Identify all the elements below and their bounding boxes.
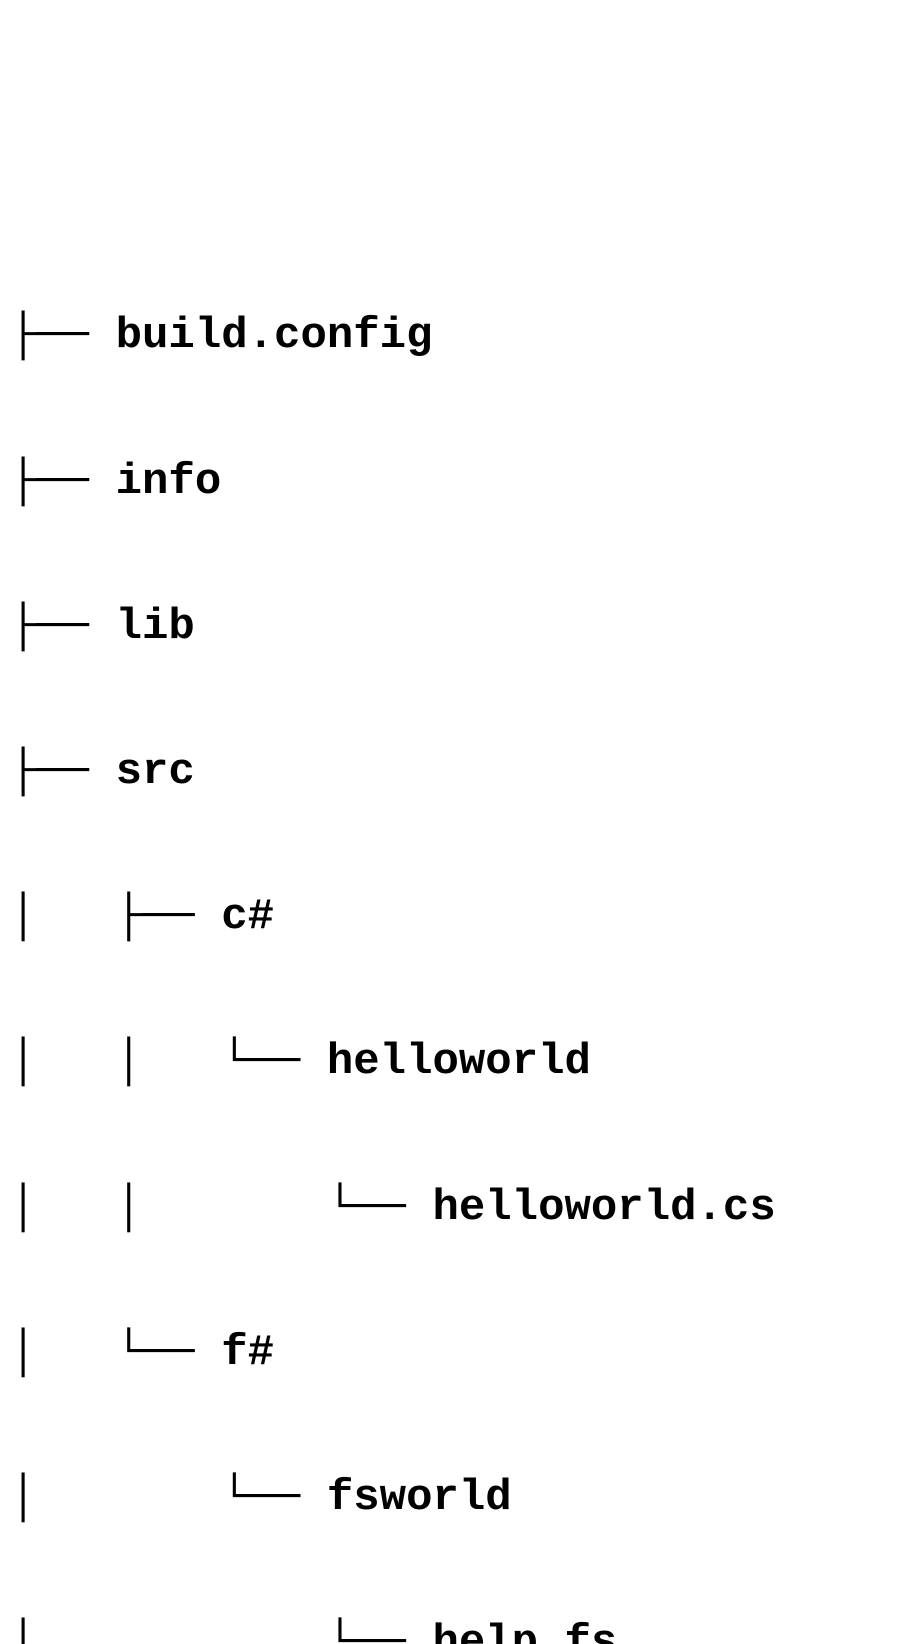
tree-node: │ └── help.fs: [10, 1607, 906, 1644]
tree-prefix: ├──: [10, 747, 116, 797]
tree-node: ├── src: [10, 736, 906, 809]
tree-prefix: │ └──: [10, 1618, 432, 1644]
tree-label: info: [116, 457, 222, 507]
tree-label: c#: [221, 892, 274, 942]
tree-node: │ │ └── helloworld: [10, 1026, 906, 1099]
tree-prefix: │ └──: [10, 1328, 221, 1378]
tree-node: │ └── f#: [10, 1317, 906, 1390]
tree-node: ├── build.config: [10, 300, 906, 373]
tree-node: │ ├── c#: [10, 881, 906, 954]
tree-prefix: ├──: [10, 602, 116, 652]
tree-label: src: [116, 747, 195, 797]
tree-prefix: │ ├──: [10, 892, 221, 942]
tree-prefix: │ │ └──: [10, 1037, 327, 1087]
tree-label: build.config: [116, 311, 433, 361]
tree-node: │ └── fsworld: [10, 1462, 906, 1535]
tree-label: helloworld.cs: [432, 1183, 775, 1233]
tree-label: helloworld: [327, 1037, 591, 1087]
tree-prefix: │ └──: [10, 1473, 327, 1523]
tree-label: lib: [116, 602, 195, 652]
tree-prefix: ├──: [10, 311, 116, 361]
tree-label: fsworld: [327, 1473, 512, 1523]
tree-node: ├── lib: [10, 591, 906, 664]
tree-label: f#: [221, 1328, 274, 1378]
tree-label: help.fs: [432, 1618, 617, 1644]
tree-prefix: ├──: [10, 457, 116, 507]
tree-node: ├── info: [10, 446, 906, 519]
tree-prefix: │ │ └──: [10, 1183, 432, 1233]
tree-node: │ │ └── helloworld.cs: [10, 1172, 906, 1245]
